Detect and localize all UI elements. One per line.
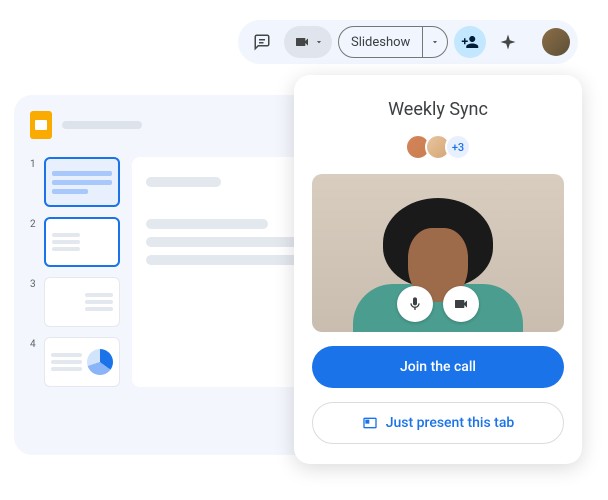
caret-down-icon xyxy=(314,37,324,47)
gemini-button[interactable] xyxy=(492,26,524,58)
comment-icon xyxy=(253,33,271,51)
slide-thumbnail-4[interactable] xyxy=(44,337,120,387)
thumb-number: 3 xyxy=(30,277,38,290)
doc-title-placeholder[interactable] xyxy=(62,121,142,129)
sparkle-icon xyxy=(499,33,517,51)
meet-panel: Weekly Sync +3 Join the call Just presen… xyxy=(294,75,582,464)
video-camera-icon xyxy=(453,296,469,312)
thumb-number: 1 xyxy=(30,157,38,170)
join-call-button[interactable]: Join the call xyxy=(312,346,564,388)
slide-thumbnail-3[interactable] xyxy=(44,277,120,327)
present-tab-icon xyxy=(362,415,378,431)
slideshow-dropdown-button[interactable] xyxy=(423,37,447,47)
slideshow-button-group: Slideshow xyxy=(338,26,448,58)
present-tab-button[interactable]: Just present this tab xyxy=(312,402,564,444)
thumb-row: 2 xyxy=(30,217,120,267)
thumb-number: 4 xyxy=(30,337,38,350)
thumb-row: 4 xyxy=(30,337,120,387)
slideshow-button[interactable]: Slideshow xyxy=(339,27,423,57)
microphone-icon xyxy=(407,296,423,312)
present-tab-label: Just present this tab xyxy=(386,415,515,431)
filmstrip: 1 2 3 4 xyxy=(30,157,120,387)
person-add-icon xyxy=(461,33,479,51)
mic-toggle-button[interactable] xyxy=(397,286,433,322)
video-camera-icon xyxy=(294,34,310,50)
thumb-row: 3 xyxy=(30,277,120,327)
slide-thumbnail-1[interactable] xyxy=(44,157,120,207)
thumb-number: 2 xyxy=(30,217,38,230)
account-avatar[interactable] xyxy=(542,28,570,56)
meeting-title: Weekly Sync xyxy=(388,99,488,120)
camera-toggle-button[interactable] xyxy=(443,286,479,322)
top-toolbar: Slideshow xyxy=(238,20,578,64)
participants-more-count: +3 xyxy=(445,134,471,160)
slides-logo-icon xyxy=(30,111,52,139)
slide-thumbnail-2[interactable] xyxy=(44,217,120,267)
thumb-row: 1 xyxy=(30,157,120,207)
meet-camera-button[interactable] xyxy=(284,26,332,58)
caret-down-icon xyxy=(430,37,440,47)
comment-history-button[interactable] xyxy=(246,26,278,58)
video-controls xyxy=(397,286,479,322)
self-video-preview xyxy=(312,174,564,332)
participants-row[interactable]: +3 xyxy=(405,134,471,160)
share-button[interactable] xyxy=(454,26,486,58)
